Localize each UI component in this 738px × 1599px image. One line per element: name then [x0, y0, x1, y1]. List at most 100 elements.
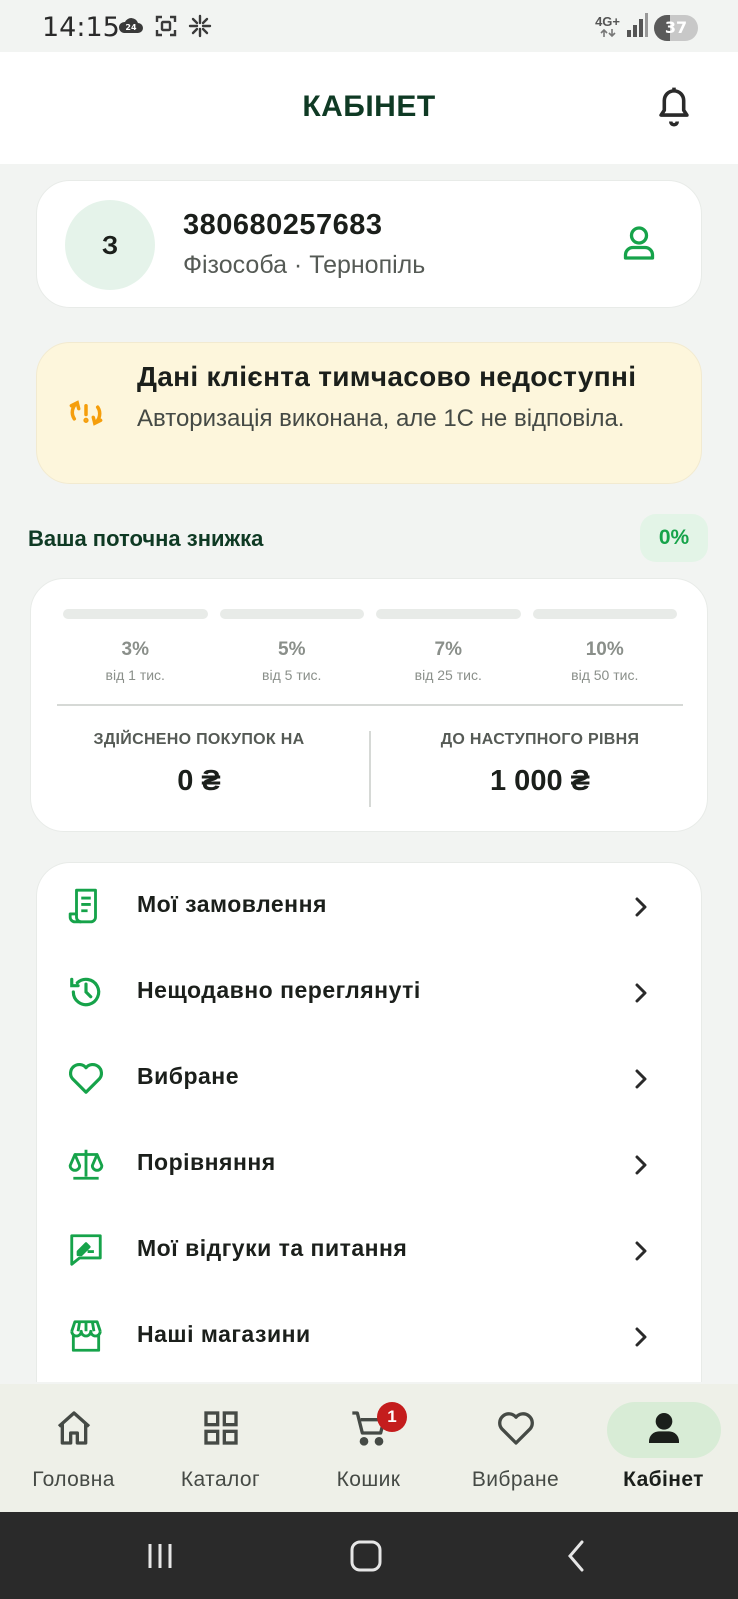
- battery-text: 37: [664, 17, 688, 37]
- tier-item: 3% від 1 тис.: [63, 635, 208, 683]
- recent-apps-button[interactable]: [140, 1538, 180, 1574]
- menu-item-favorites[interactable]: Вибране: [37, 1035, 703, 1121]
- grid-icon: [203, 1411, 238, 1445]
- menu-item-label: Вибране: [137, 1063, 239, 1089]
- review-icon: [70, 1234, 102, 1266]
- cart-badge: 1: [377, 1402, 407, 1432]
- tier-bar: [63, 609, 208, 619]
- discount-card: 3% від 1 тис. 5% від 5 тис. 7% від 25 ти…: [30, 578, 708, 832]
- purchased-stat: ЗДІЙСНЕНО ПОКУПОК НА 0 ₴: [71, 731, 327, 798]
- battery-icon: 37: [654, 14, 698, 41]
- tier-item: 5% від 5 тис.: [220, 635, 365, 683]
- purchased-value: 0 ₴: [177, 765, 221, 797]
- tier-threshold: від 5 тис.: [262, 667, 322, 683]
- tier-bar: [219, 609, 364, 619]
- nav-favorites[interactable]: Вибране: [442, 1384, 589, 1512]
- menu-item-label: Мої відгуки та питання: [137, 1235, 408, 1261]
- warning-title: Дані клієнта тимчасово недоступні: [137, 361, 637, 392]
- cloud-badge-text: 24: [125, 23, 137, 32]
- notifications-button[interactable]: [654, 86, 694, 128]
- receipt-icon: [68, 888, 97, 924]
- heart-icon: [69, 1062, 103, 1094]
- person-icon: [648, 1413, 679, 1443]
- menu-item-compare[interactable]: Порівняння: [37, 1121, 703, 1207]
- cloud-24-icon: 24: [118, 15, 144, 42]
- network-label: 4G+: [595, 13, 620, 29]
- tier-bar: [376, 609, 521, 619]
- back-icon: [568, 1540, 584, 1572]
- nav-cart[interactable]: 1 Кошик: [295, 1384, 442, 1512]
- menu-item-label: Наші магазини: [137, 1321, 311, 1347]
- sparkle-icon: [188, 14, 212, 43]
- history-icon: [70, 977, 101, 1007]
- status-icons-right: 4G+ 37: [595, 12, 698, 43]
- tier-percent: 3%: [121, 639, 149, 660]
- account-menu: Мої замовлення Нещодавно переглянуті Виб…: [36, 862, 702, 1382]
- menu-item-label: Порівняння: [137, 1149, 276, 1175]
- discount-progress: [63, 609, 677, 619]
- app-header: КАБІНЕТ: [0, 52, 738, 164]
- chevron-right-icon: [635, 983, 647, 1003]
- home-circle-icon: [350, 1540, 382, 1572]
- status-bar: 14:15 24 4G+ 37: [0, 0, 738, 52]
- chevron-right-icon: [635, 1069, 647, 1089]
- nav-home[interactable]: Головна: [0, 1384, 147, 1512]
- tier-threshold: від 1 тис.: [105, 667, 165, 683]
- tier-threshold: від 50 тис.: [571, 667, 639, 683]
- signal-icon: [626, 12, 648, 43]
- tier-percent: 7%: [434, 639, 462, 660]
- menu-item-orders[interactable]: Мої замовлення: [37, 863, 703, 949]
- next-level-label: ДО НАСТУПНОГО РІВНЯ: [440, 731, 640, 748]
- tier-threshold: від 25 тис.: [414, 667, 482, 683]
- menu-item-reviews[interactable]: Мої відгуки та питання: [37, 1207, 703, 1293]
- tier-item: 7% від 25 тис.: [376, 635, 521, 683]
- profile-card[interactable]: З 380680257683 Фізособа · Тернопіль: [36, 180, 702, 308]
- profile-phone: 380680257683: [183, 209, 383, 241]
- next-level-value: 1 000 ₴: [490, 765, 590, 797]
- scales-icon: [68, 1149, 104, 1180]
- chevron-right-icon: [635, 897, 647, 917]
- network-4g-icon: 4G+: [595, 13, 620, 40]
- bell-icon: [659, 87, 689, 127]
- back-button[interactable]: [558, 1538, 598, 1574]
- nav-cabinet[interactable]: Кабінет: [590, 1384, 737, 1512]
- page-title: КАБІНЕТ: [302, 90, 436, 123]
- nav-catalog[interactable]: Каталог: [147, 1384, 294, 1512]
- tier-percent: 10%: [585, 639, 624, 660]
- chevron-right-icon: [635, 1155, 647, 1175]
- divider: [57, 704, 683, 706]
- home-system-button[interactable]: [346, 1538, 386, 1574]
- menu-item-label: Нещодавно переглянуті: [137, 977, 421, 1003]
- warning-card: Дані клієнта тимчасово недоступні Автори…: [36, 342, 702, 484]
- system-nav-bar: [0, 1512, 738, 1599]
- avatar: З: [65, 200, 155, 290]
- screenshot-icon: [154, 14, 178, 43]
- nav-label: Каталог: [180, 1468, 261, 1491]
- bottom-nav: Головна Каталог 1 Кошик Вибране Кабінет: [0, 1384, 738, 1512]
- divider: [369, 731, 371, 807]
- store-icon: [70, 1320, 102, 1352]
- status-icons-left: 24: [118, 14, 212, 43]
- tier-percent: 5%: [278, 639, 306, 660]
- heart-icon: [497, 1412, 534, 1445]
- home-icon: [57, 1411, 90, 1445]
- discount-label: Ваша поточна знижка: [28, 526, 264, 551]
- profile-edit-button[interactable]: [621, 223, 657, 263]
- menu-item-stores[interactable]: Наші магазини: [37, 1293, 703, 1379]
- nav-label: Кабінет: [623, 1468, 704, 1491]
- profile-subinfo: Фізособа · Тернопіль: [183, 251, 426, 279]
- discount-tiers: 3% від 1 тис. 5% від 5 тис. 7% від 25 ти…: [63, 635, 677, 683]
- warning-text: Авторизація виконана, але 1С не відповіл…: [137, 405, 625, 432]
- nav-label: Головна: [32, 1468, 115, 1491]
- purchased-label: ЗДІЙСНЕНО ПОКУПОК НА: [93, 731, 305, 748]
- sync-alert-icon: [67, 395, 105, 431]
- user-icon: [623, 226, 655, 260]
- menu-item-label: Мої замовлення: [137, 891, 327, 917]
- menu-item-recently-viewed[interactable]: Нещодавно переглянуті: [37, 949, 703, 1035]
- discount-badge: 0%: [640, 514, 708, 562]
- chevron-right-icon: [635, 1327, 647, 1347]
- chevron-right-icon: [635, 1241, 647, 1261]
- nav-label: Кошик: [336, 1468, 401, 1491]
- tier-bar: [532, 609, 677, 619]
- status-time: 14:15: [42, 12, 120, 43]
